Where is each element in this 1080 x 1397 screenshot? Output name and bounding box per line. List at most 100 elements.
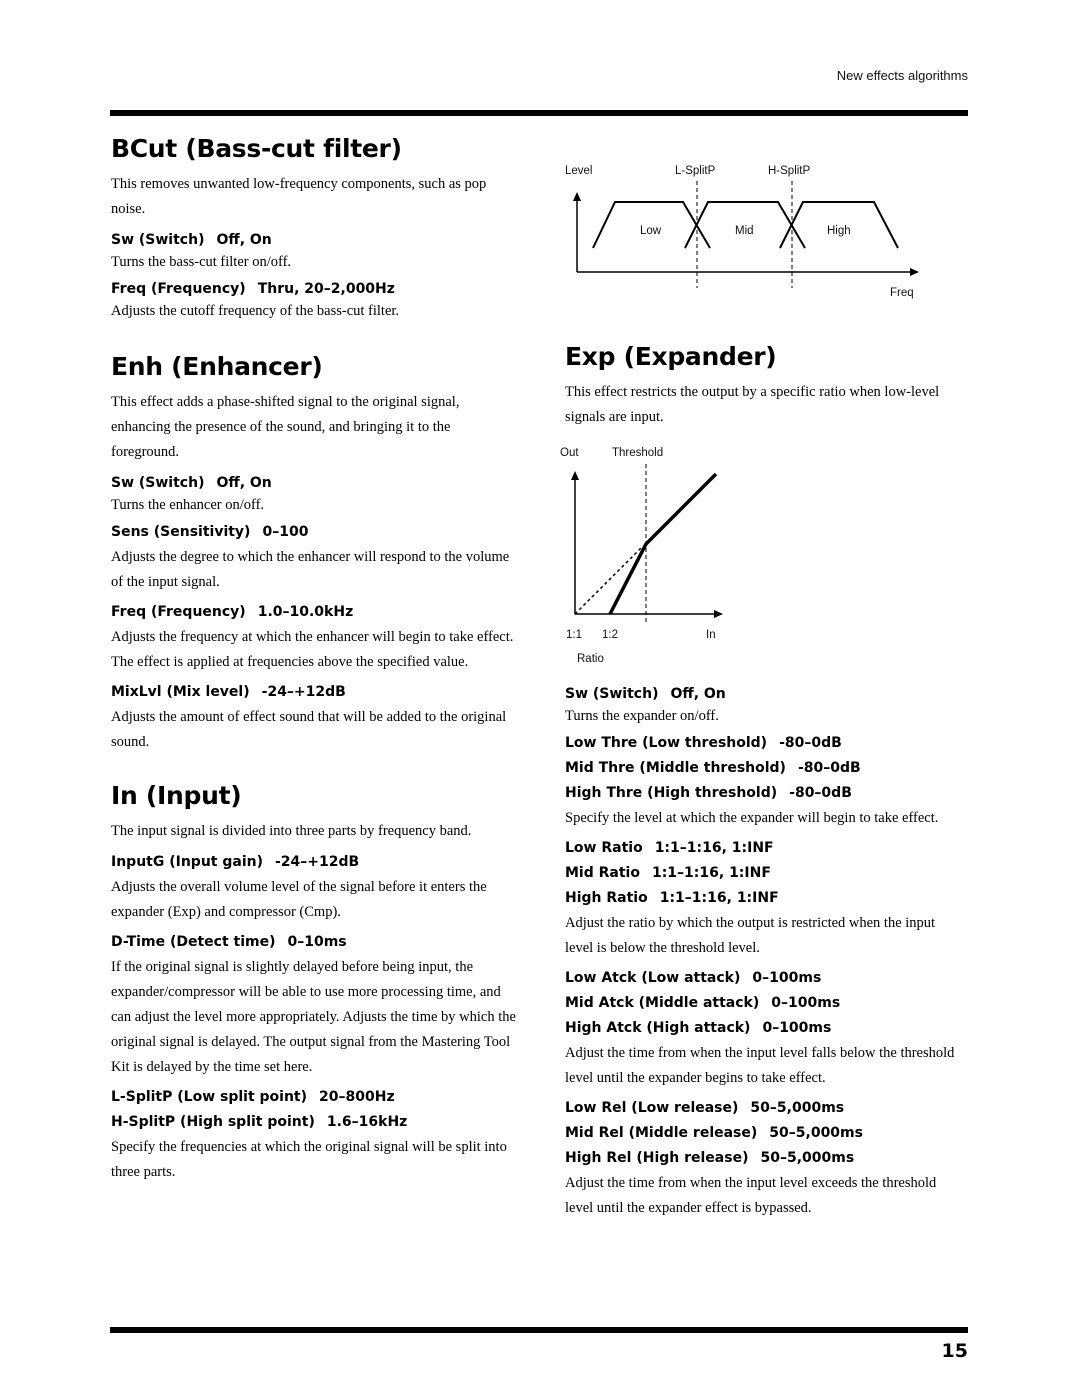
param-heading: Sw (Switch) Off, On (565, 682, 965, 707)
param-value: Thru, 20–2,000Hz (257, 281, 395, 297)
param-heading: High Thre (High threshold) -80–0dB (565, 781, 965, 806)
diagram-freq-label: Freq (890, 287, 914, 299)
param-value: -24–+12dB (261, 684, 346, 700)
param-name: Low Atck (Low attack) (565, 970, 741, 986)
param-name: Low Rel (Low release) (565, 1100, 739, 1116)
diagram-hsplit-label: H-SplitP (768, 165, 811, 177)
param-name: MixLvl (Mix level) (111, 684, 250, 700)
param-name: Sw (Switch) (111, 475, 205, 491)
top-rule (110, 110, 968, 116)
right-column: Level L-SplitP H-SplitP Low Mid High Fre… (560, 150, 965, 1245)
band-split-diagram: Level L-SplitP H-SplitP Low Mid High Fre… (565, 165, 919, 299)
param-value: Off, On (216, 232, 272, 248)
band-low-label: Low (640, 225, 662, 237)
param-heading: High Atck (High attack) 0–100ms (565, 1016, 965, 1041)
param-value: -80–0dB (797, 760, 861, 776)
param-value: 0–100ms (762, 1020, 832, 1036)
param-value: 50–5,000ms (760, 1150, 855, 1166)
param-heading: Freq (Frequency) Thru, 20–2,000Hz (111, 277, 521, 302)
param-heading: Sw (Switch) Off, On (111, 228, 521, 253)
expansion-curve (608, 472, 718, 615)
param-name: InputG (Input gain) (111, 854, 263, 870)
param-desc: Adjusts the amount of effect sound that … (111, 709, 507, 750)
diagram-out-label: Out (560, 447, 579, 459)
ratio-tick-1-2: 1:2 (602, 629, 618, 641)
param-heading: Mid Ratio 1:1–1:16, 1:INF (565, 861, 965, 886)
param-name: L-SplitP (Low split point) (111, 1089, 308, 1105)
param-heading: Freq (Frequency) 1.0–10.0kHz (111, 600, 521, 625)
param-name: Sw (Switch) (111, 232, 205, 248)
param-value: 50–5,000ms (769, 1125, 863, 1141)
param-name: High Rel (High release) (565, 1150, 749, 1166)
section-intro: The input signal is divided into three p… (111, 823, 472, 839)
section-expander: Exp (Expander) This effect restricts the… (560, 340, 965, 1221)
diagram-level-label: Level (565, 165, 593, 177)
section-title: Exp (Expander) (565, 342, 777, 371)
param-name: Sw (Switch) (565, 686, 659, 702)
param-value: 0–100ms (771, 995, 841, 1011)
param-value: 20–800Hz (319, 1089, 395, 1105)
param-heading: H-SplitP (High split point) 1.6–16kHz (111, 1110, 521, 1135)
section-bcut: BCut (Bass-cut filter) This removes unwa… (111, 132, 521, 320)
section-title: Enh (Enhancer) (111, 352, 323, 381)
param-name: High Atck (High attack) (565, 1020, 751, 1036)
param-name: Low Thre (Low threshold) (565, 735, 768, 751)
param-heading: Low Ratio 1:1–1:16, 1:INF (565, 836, 965, 861)
param-heading: Mid Atck (Middle attack) 0–100ms (565, 991, 965, 1016)
param-value: 1:1–1:16, 1:INF (659, 890, 779, 906)
param-desc: Adjusts the cutoff frequency of the bass… (111, 303, 400, 319)
param-name: D-Time (Detect time) (111, 934, 276, 950)
ratio-tick-1-1: 1:1 (566, 629, 582, 641)
param-desc: If the original signal is slightly delay… (111, 959, 516, 1075)
section-title: In (Input) (111, 781, 242, 810)
section-intro: This effect restricts the output by a sp… (565, 384, 940, 425)
left-column: BCut (Bass-cut filter) This removes unwa… (111, 132, 521, 1209)
param-desc: Turns the expander on/off. (565, 708, 719, 724)
x-axis-arrowhead (714, 610, 723, 618)
param-value: 1:1–1:16, 1:INF (651, 865, 771, 881)
param-value: -80–0dB (789, 785, 852, 801)
param-name: Freq (Frequency) (111, 604, 246, 620)
param-name: High Ratio (565, 890, 648, 906)
bottom-rule (110, 1327, 968, 1333)
section-enhancer: Enh (Enhancer) This effect adds a phase-… (111, 350, 521, 755)
param-heading: High Rel (High release) 50–5,000ms (565, 1146, 965, 1171)
diagram-ratio-label: Ratio (577, 653, 604, 665)
section-intro: This removes unwanted low-frequency comp… (111, 176, 487, 217)
param-name: Mid Ratio (565, 865, 640, 881)
param-heading: Low Rel (Low release) 50–5,000ms (565, 1096, 965, 1121)
param-heading: InputG (Input gain) -24–+12dB (111, 850, 521, 875)
section-input: In (Input) The input signal is divided i… (111, 779, 521, 1185)
param-name: Low Ratio (565, 840, 643, 856)
section-intro: This effect adds a phase-shifted signal … (111, 394, 460, 460)
diagram-threshold-label: Threshold (612, 447, 663, 459)
param-name: Mid Atck (Middle attack) (565, 995, 760, 1011)
running-head: New effects algorithms (836, 68, 968, 83)
param-desc: Specify the frequencies at which the ori… (111, 1139, 507, 1180)
param-heading: Low Atck (Low attack) 0–100ms (565, 966, 965, 991)
param-value: 0–10ms (287, 934, 347, 950)
param-desc: Adjusts the degree to which the enhancer… (111, 549, 510, 590)
param-value: 1.0–10.0kHz (257, 604, 354, 620)
param-heading: High Ratio 1:1–1:16, 1:INF (565, 886, 965, 911)
param-name: H-SplitP (High split point) (111, 1114, 315, 1130)
param-desc: Turns the enhancer on/off. (111, 497, 265, 513)
param-name: Mid Thre (Middle threshold) (565, 760, 786, 776)
param-value: 50–5,000ms (750, 1100, 845, 1116)
param-desc: Adjusts the overall volume level of the … (111, 879, 487, 920)
param-value: 0–100 (262, 524, 309, 540)
param-value: -80–0dB (779, 735, 842, 751)
band-high-label: High (827, 225, 851, 237)
param-desc: Turns the bass-cut filter on/off. (111, 254, 292, 270)
band-mid-label: Mid (735, 225, 754, 237)
param-value: Off, On (670, 686, 726, 702)
expander-transfer-diagram: Out Threshold 1:1 1:2 In Ratio (560, 447, 723, 665)
param-name: Mid Rel (Middle release) (565, 1125, 758, 1141)
param-desc: Adjust the time from when the input leve… (565, 1175, 937, 1216)
param-heading: Sw (Switch) Off, On (111, 471, 521, 496)
x-axis-arrowhead (910, 268, 919, 276)
param-name: Sens (Sensitivity) (111, 524, 251, 540)
page-number: 15 (941, 1340, 968, 1362)
param-name: Freq (Frequency) (111, 281, 246, 297)
param-desc: Specify the level at which the expander … (565, 810, 939, 826)
